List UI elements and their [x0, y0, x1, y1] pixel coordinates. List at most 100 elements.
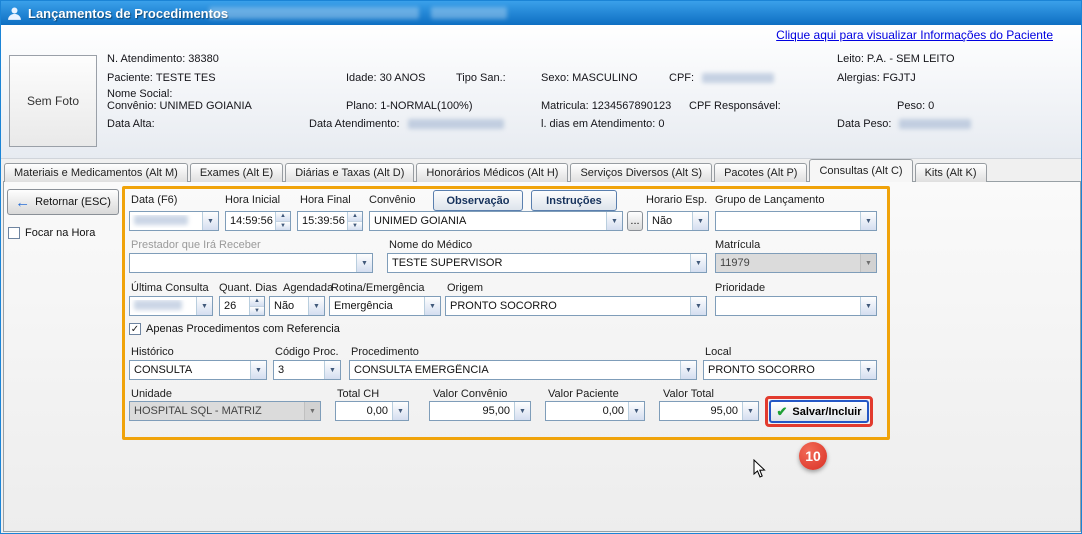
hora-inicial-value: 14:59:56	[226, 215, 275, 227]
procedimento-combo[interactable]: CONSULTA EMERGÊNCIA ▼	[349, 360, 697, 380]
salvar-incluir-button[interactable]: ✔ Salvar/Incluir	[769, 400, 869, 423]
quant-dias-spinner[interactable]: 26 ▲▼	[219, 296, 265, 316]
codigo-proc-value: 3	[274, 364, 324, 376]
spinner[interactable]: ▲▼	[347, 212, 362, 230]
historico-combo[interactable]: CONSULTA ▼	[129, 360, 267, 380]
dropdown-icon: ▼	[304, 402, 320, 420]
convenio-more-button[interactable]: ...	[627, 211, 643, 231]
matricula-form-value: 11979	[716, 257, 860, 269]
local-value: PRONTO SOCORRO	[704, 364, 860, 376]
paciente-label: Paciente:	[107, 72, 153, 84]
spinner[interactable]: ▲▼	[275, 212, 290, 230]
tab-label: Serviços Diversos (Alt S)	[580, 167, 702, 179]
valor-convenio-value: 95,00	[430, 405, 514, 417]
cpf-responsavel-field: CPF Responsável:	[689, 100, 784, 112]
valor-total-label: Valor Total	[663, 388, 714, 400]
agendada-combo[interactable]: Não ▼	[269, 296, 325, 316]
tab-servicos[interactable]: Serviços Diversos (Alt S)	[570, 163, 712, 182]
agendada-label: Agendada	[283, 282, 333, 294]
horario-esp-label: Horario Esp.	[646, 194, 707, 206]
cpf-label: CPF:	[669, 72, 694, 84]
ultima-consulta-combo[interactable]: ▼	[129, 296, 213, 316]
data-f6-value	[130, 215, 202, 228]
valor-total-combo[interactable]: 95,00 ▼	[659, 401, 759, 421]
tab-label: Pacotes (Alt P)	[724, 167, 797, 179]
quant-dias-label: Quant. Dias	[219, 282, 277, 294]
paciente-value: TESTE TES	[156, 72, 216, 84]
apenas-procedimentos-checkbox[interactable]: ✓	[129, 323, 141, 335]
total-ch-combo[interactable]: 0,00 ▼	[335, 401, 409, 421]
focar-label: Focar na Hora	[25, 227, 95, 239]
sexo-field: Sexo:MASCULINO	[541, 72, 638, 84]
tab-pacotes[interactable]: Pacotes (Alt P)	[714, 163, 807, 182]
tab-exames[interactable]: Exames (Alt E)	[190, 163, 283, 182]
ultima-consulta-value	[130, 300, 196, 313]
instrucoes-button[interactable]: Instruções	[531, 190, 617, 211]
data-f6-combo[interactable]: ▼	[129, 211, 219, 231]
spin-down-icon: ▼	[348, 222, 362, 231]
observacao-button[interactable]: Observação	[433, 190, 523, 211]
spinner[interactable]: ▲▼	[249, 297, 264, 315]
convenio-value: UNIMED GOIANIA	[160, 100, 252, 112]
dias-atendimento-field: l. dias em Atendimento:0	[541, 118, 664, 130]
hora-final-label: Hora Final	[300, 194, 351, 206]
dropdown-icon: ▼	[860, 212, 876, 230]
nome-social-field: Nome Social:	[107, 88, 175, 100]
valor-paciente-value: 0,00	[546, 405, 628, 417]
prioridade-combo[interactable]: ▼	[715, 296, 877, 316]
dropdown-icon: ▼	[690, 254, 706, 272]
valor-paciente-combo[interactable]: 0,00 ▼	[545, 401, 645, 421]
local-label: Local	[705, 346, 731, 358]
origem-combo[interactable]: PRONTO SOCORRO ▼	[445, 296, 707, 316]
historico-value: CONSULTA	[130, 364, 250, 376]
app-window: Lançamentos de Procedimentos Clique aqui…	[0, 0, 1082, 534]
focar-na-hora-checkbox-row: Focar na Hora	[8, 227, 95, 239]
alergias-value: FGJTJ	[883, 72, 916, 84]
dropdown-icon: ▼	[202, 212, 218, 230]
leito-value: P.A. - SEM LEITO	[867, 53, 955, 65]
valor-convenio-combo[interactable]: 95,00 ▼	[429, 401, 531, 421]
apenas-procedimentos-label: Apenas Procedimentos com Referencia	[146, 323, 340, 335]
apenas-procedimentos-checkbox-row: ✓ Apenas Procedimentos com Referencia	[129, 323, 340, 335]
convenio-field: Convênio:UNIMED GOIANIA	[107, 100, 252, 112]
peso-field: Peso:0	[897, 100, 934, 112]
local-combo[interactable]: PRONTO SOCORRO ▼	[703, 360, 877, 380]
check-icon: ✓	[131, 324, 139, 335]
tab-consultas[interactable]: Consultas (Alt C)	[809, 159, 912, 182]
ultima-consulta-label: Última Consulta	[131, 282, 209, 294]
tab-materiais[interactable]: Materiais e Medicamentos (Alt M)	[4, 163, 188, 182]
tab-label: Exames (Alt E)	[200, 167, 273, 179]
prestador-combo[interactable]: ▼	[129, 253, 373, 273]
focar-checkbox[interactable]	[8, 227, 20, 239]
tab-honorarios[interactable]: Honorários Médicos (Alt H)	[416, 163, 568, 182]
redacted-data-f6	[134, 215, 188, 225]
codigo-proc-combo[interactable]: 3 ▼	[273, 360, 341, 380]
peso-label: Peso:	[897, 100, 925, 112]
plano-label: Plano:	[346, 100, 377, 112]
paciente-field: Paciente:TESTE TES	[107, 72, 216, 84]
tab-diarias[interactable]: Diárias e Taxas (Alt D)	[285, 163, 414, 182]
nome-medico-combo[interactable]: TESTE SUPERVISOR ▼	[387, 253, 707, 273]
hora-final-spinner[interactable]: 15:39:56 ▲▼	[297, 211, 363, 231]
tipo-san-label: Tipo San.:	[456, 72, 506, 84]
hora-inicial-spinner[interactable]: 14:59:56 ▲▼	[225, 211, 291, 231]
matricula-paciente-field: Matricula:1234567890123	[541, 100, 671, 112]
spin-down-icon: ▼	[250, 307, 264, 316]
patient-info-link[interactable]: Clique aqui para visualizar Informações …	[776, 28, 1053, 42]
tab-kits[interactable]: Kits (Alt K)	[915, 163, 987, 182]
photo-label: Sem Foto	[27, 94, 79, 108]
idade-value: 30 ANOS	[380, 72, 426, 84]
convenio-combo[interactable]: UNIMED GOIANIA ▼	[369, 211, 623, 231]
dropdown-icon: ▼	[424, 297, 440, 315]
horario-esp-combo[interactable]: Não ▼	[647, 211, 709, 231]
leito-field: Leito:P.A. - SEM LEITO	[837, 53, 955, 65]
hora-final-value: 15:39:56	[298, 215, 347, 227]
rotina-emergencia-combo[interactable]: Emergência ▼	[329, 296, 441, 316]
unidade-value: HOSPITAL SQL - MATRIZ	[130, 405, 304, 417]
dropdown-icon: ▼	[860, 361, 876, 379]
retornar-button[interactable]: ← Retornar (ESC)	[7, 189, 119, 215]
cpf-responsavel-label: CPF Responsável:	[689, 100, 781, 112]
grupo-lancamento-label: Grupo de Lançamento	[715, 194, 824, 206]
window-title: Lançamentos de Procedimentos	[28, 6, 228, 21]
grupo-lancamento-combo[interactable]: ▼	[715, 211, 877, 231]
